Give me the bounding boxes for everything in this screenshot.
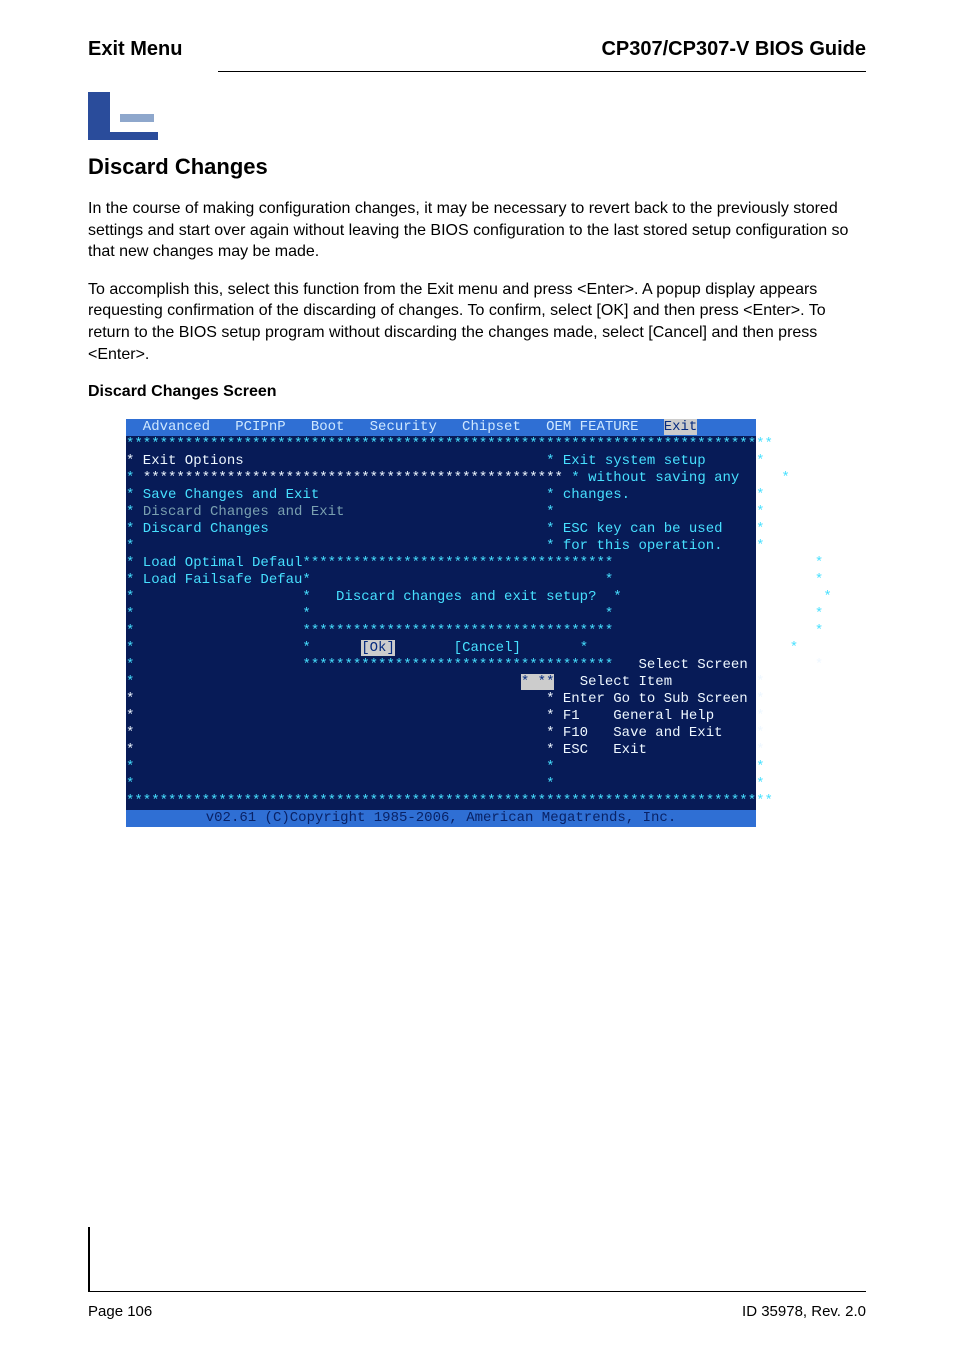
ok-button[interactable]: [Ok] [361,640,395,656]
sub-title: Discard Changes Screen [88,383,866,401]
bios-footer: v02.61 (C)Copyright 1985-2006, American … [126,810,756,827]
logo-icon [88,92,176,140]
bios-screen: Advanced PCIPnP Boot Security Chipset OE… [126,419,756,827]
page-number: Page 106 [88,1303,152,1320]
doc-id: ID 35978, Rev. 2.0 [742,1303,866,1320]
footer-vrule [88,1227,90,1292]
para1: In the course of making configuration ch… [88,198,866,263]
header-right: CP307/CP307-V BIOS Guide [601,38,866,61]
page-footer: Page 106 ID 35978, Rev. 2.0 [88,1303,866,1320]
load-failsafe[interactable]: * Load Failsafe Defau* [126,572,311,588]
bios-border: ****************************************… [126,436,756,453]
page-header: Exit Menu CP307/CP307-V BIOS Guide [88,38,866,67]
header-rule [218,71,866,72]
discard-changes-exit[interactable]: Discard Changes and Exit [143,504,345,520]
tab-exit[interactable]: Exit [664,419,698,435]
para2: To accomplish this, select this function… [88,279,866,365]
save-changes-exit[interactable]: * Save Changes and Exit [126,487,319,503]
footer-hrule [88,1291,866,1292]
section-title: Discard Changes [88,154,866,180]
discard-changes[interactable]: * Discard Changes [126,521,269,537]
bios-tabs: Advanced PCIPnP Boot Security Chipset OE… [126,419,756,436]
header-left: Exit Menu [88,38,182,61]
exit-options-label: * Exit Options [126,453,244,469]
cancel-button[interactable]: [Cancel] * * [395,640,798,656]
load-optimal[interactable]: * Load Optimal Defaul [126,555,302,571]
popup-message: * * Discard changes and exit setup? * * [126,589,756,606]
